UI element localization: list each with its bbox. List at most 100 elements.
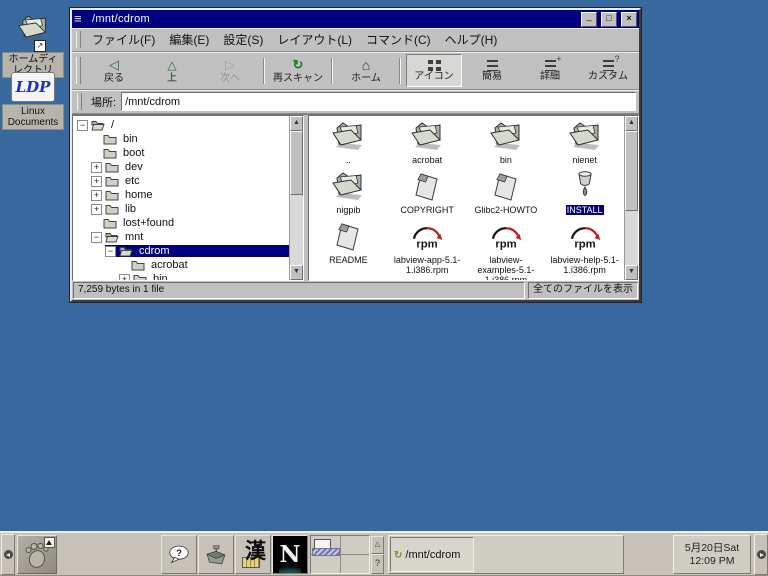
menu-item[interactable]: 設定(S) (216, 29, 270, 50)
tree-row[interactable]: / (73, 118, 289, 132)
tree-folder-icon (131, 259, 145, 271)
file-item[interactable]: acrobat (388, 121, 467, 165)
menubar: ファイル(F) 編集(E) 設定(S) レイアウト(L) コマンド(C) ヘルプ… (72, 28, 639, 52)
tree-row[interactable]: etc (73, 174, 289, 188)
help-launcher-button[interactable] (161, 535, 197, 574)
location-bar: 場所: (72, 90, 639, 114)
scrollbar-track[interactable] (625, 131, 638, 265)
scroll-up-button[interactable] (625, 116, 638, 131)
scrollbar-track[interactable] (290, 131, 303, 265)
file-item[interactable]: labview-examples-5.1-1.i386.rpm (467, 221, 546, 280)
tree-expander[interactable] (119, 274, 130, 281)
tree-label: bin (150, 273, 171, 280)
statusbar: 7,259 bytes in 1 file 全てのファイルを表示 (72, 281, 639, 300)
file-manager-window: /mnt/cdrom ファイル(F) 編集(E) 設定(S) レイアウト(L) … (70, 8, 641, 302)
toolbar-button[interactable]: カスタム (580, 54, 636, 87)
pager-active-desktop (312, 548, 340, 556)
window-main-area: / bin (72, 114, 639, 281)
menu-item[interactable]: コマンド(C) (359, 29, 438, 50)
maximize-button[interactable] (601, 12, 617, 27)
tree-expander[interactable] (91, 149, 100, 158)
file-item[interactable]: nigpib (309, 171, 388, 215)
scrollbar-thumb[interactable] (290, 131, 303, 195)
tree-expander[interactable] (105, 246, 116, 257)
icon-panel-scrollbar[interactable] (624, 116, 638, 280)
tree-expander[interactable] (91, 190, 102, 201)
tree-row[interactable]: cdrom (73, 244, 289, 258)
minimize-button[interactable] (581, 12, 597, 27)
scroll-down-button[interactable] (290, 265, 303, 280)
scroll-up-button[interactable] (290, 116, 303, 131)
locbar-grip[interactable] (77, 93, 82, 110)
tree-row[interactable]: bin (73, 132, 289, 146)
file-item[interactable]: INSTALL (545, 171, 624, 215)
menu-item[interactable]: 編集(E) (162, 29, 216, 50)
file-item[interactable]: Glibc2-HOWTO (467, 171, 546, 215)
toolbar-button[interactable]: 簡易 (464, 54, 520, 87)
toolbar-grip[interactable] (76, 57, 81, 85)
toolbar-button[interactable]: アイコン (406, 54, 462, 87)
window-titlebar[interactable]: /mnt/cdrom (72, 10, 639, 28)
tree-scrollbar[interactable] (289, 116, 303, 280)
menu-item[interactable]: ヘルプ(H) (438, 29, 505, 50)
scrollbar-thumb[interactable] (625, 131, 638, 211)
tree-folder-icon (133, 273, 147, 280)
tree-label: acrobat (148, 259, 191, 271)
file-item[interactable]: labview-app-5.1-1.i386.rpm (388, 221, 467, 280)
tree-expander[interactable] (119, 261, 128, 270)
gnome-main-menu-button[interactable] (17, 535, 57, 574)
toolbar-button[interactable]: 上 (144, 54, 200, 87)
file-item[interactable]: bin (467, 121, 546, 165)
pager-help-button[interactable] (371, 554, 384, 574)
file-icon (328, 221, 368, 253)
tree-row[interactable]: home (73, 188, 289, 202)
menu-item[interactable]: ファイル(F) (85, 29, 162, 50)
tree-row[interactable]: boot (73, 146, 289, 160)
tree-row[interactable]: acrobat (73, 258, 289, 272)
file-item[interactable]: README (309, 221, 388, 280)
desktop-icon-linux-documents[interactable]: LDP Linux Documents (2, 72, 64, 130)
tree-expander[interactable] (91, 176, 102, 187)
panel-hide-right-button[interactable] (754, 534, 768, 575)
netscape-icon: N (279, 536, 301, 573)
tree-row[interactable]: dev (73, 160, 289, 174)
file-label: labview-app-5.1-1.i386.rpm (389, 255, 465, 275)
file-item[interactable]: COPYRIGHT (388, 171, 467, 215)
tree-expander[interactable] (91, 232, 102, 243)
file-item[interactable]: .. (309, 121, 388, 165)
tree-expander[interactable] (77, 120, 88, 131)
tree-expander[interactable] (91, 135, 100, 144)
toolbar-button-icon (428, 60, 441, 71)
toolbar-button[interactable]: ホーム (338, 54, 394, 87)
file-item[interactable]: labview-help-5.1-1.i386.rpm (545, 221, 624, 280)
menu-item[interactable]: レイアウト(L) (270, 29, 359, 50)
tasklist-arrow-button[interactable] (371, 536, 384, 554)
tree-expander[interactable] (91, 204, 102, 215)
menubar-grip[interactable] (76, 31, 81, 48)
desktop-icon-home-directory[interactable]: ホームディレクトリ (2, 14, 64, 78)
toolbar-button[interactable]: 詳細 (522, 54, 578, 87)
tree-expander[interactable] (91, 162, 102, 173)
task-button-mnt-cdrom[interactable]: /mnt/cdrom (390, 537, 474, 572)
tree-row[interactable]: lib (73, 202, 289, 216)
toolbar-button-icon (362, 58, 370, 73)
kanji-input-launcher-button[interactable]: 漢 (235, 535, 271, 574)
netscape-launcher-button[interactable]: N (272, 535, 308, 574)
tree-row[interactable]: mnt (73, 230, 289, 244)
tree-expander[interactable] (91, 219, 100, 228)
desktop-pager[interactable] (310, 535, 370, 574)
toolbar-button: 次へ (202, 54, 258, 87)
toolbar-button[interactable]: 再スキャン (270, 54, 326, 87)
tree-row[interactable]: lost+found (73, 216, 289, 230)
file-item[interactable]: nienet (545, 121, 624, 165)
close-button[interactable] (621, 12, 637, 27)
location-input[interactable] (121, 92, 636, 111)
tree-row[interactable]: bin (73, 272, 289, 280)
tree-folder-icon (119, 245, 133, 257)
window-menu-icon[interactable] (74, 13, 88, 25)
control-center-launcher-button[interactable] (198, 535, 234, 574)
toolbar-button-label: アイコン (414, 71, 454, 82)
toolbar-button[interactable]: 戻る (86, 54, 142, 87)
scroll-down-button[interactable] (625, 265, 638, 280)
panel-hide-left-button[interactable] (1, 534, 15, 575)
